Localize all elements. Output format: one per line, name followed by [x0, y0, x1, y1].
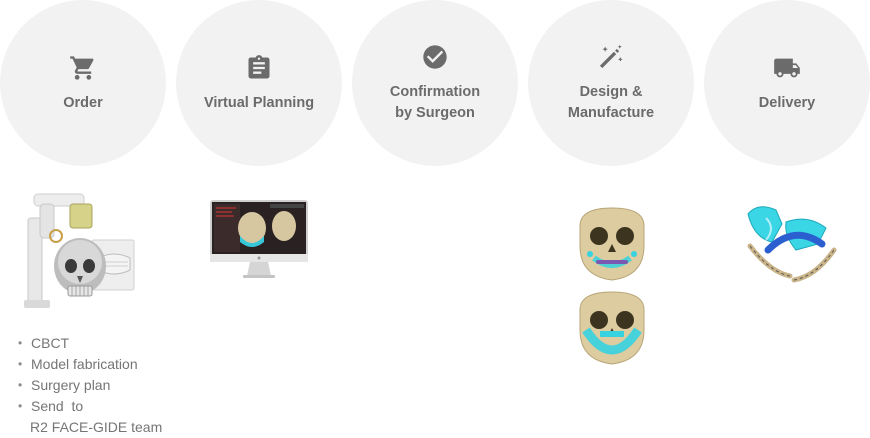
order-steps-list: CBCT Model fabrication Surgery plan Send… [18, 333, 162, 438]
planning-software-monitor-image [210, 200, 308, 278]
clipboard-icon [244, 53, 274, 83]
step-label: Virtual Planning [203, 94, 315, 111]
step-label: Delivery [758, 94, 816, 111]
check-circle-icon [420, 42, 450, 72]
step-label: Order [63, 94, 103, 111]
list-item: CBCT [18, 333, 162, 354]
list-item: Surgery plan [18, 375, 162, 396]
surgical-guide-design-image [579, 207, 645, 365]
list-item: Model fabrication [18, 354, 162, 375]
list-item-continuation: R2 FACE-GIDE team [30, 419, 163, 435]
list-item: Send to [18, 396, 162, 417]
step-confirmation: Confirmation by Surgeon [352, 0, 518, 166]
step-label: Confirmation by Surgeon [389, 84, 481, 121]
step-delivery: Delivery [704, 0, 870, 166]
magic-wand-icon [596, 42, 626, 72]
step-virtual-planning: Virtual Planning [176, 0, 342, 166]
step-order: Order [0, 0, 166, 166]
cart-icon [68, 53, 98, 83]
printed-surgical-guides-image [747, 206, 837, 283]
truck-icon [772, 53, 802, 83]
step-design-manufacture: Design & Manufacture [528, 0, 694, 166]
cbct-scanner-image [24, 193, 135, 308]
step-label: Design & Manufacture [567, 84, 655, 121]
